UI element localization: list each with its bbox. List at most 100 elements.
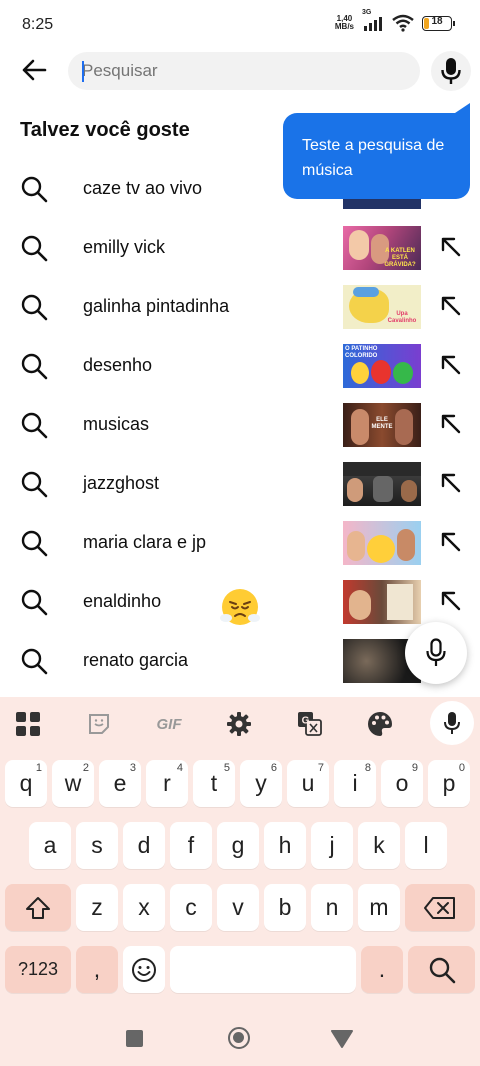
search-icon xyxy=(21,471,48,498)
floating-voice-button[interactable] xyxy=(405,622,467,684)
video-thumbnail: A KATLEN ESTÁ GRÁVIDA? xyxy=(343,226,421,270)
suggestion-row[interactable]: musicas ELE MENTE xyxy=(0,396,480,455)
key-b[interactable]: b xyxy=(264,884,306,931)
sticker-icon[interactable] xyxy=(84,709,114,739)
key-p[interactable]: p0 xyxy=(428,760,470,807)
search-icon xyxy=(21,176,48,203)
gif-button[interactable]: GIF xyxy=(150,709,188,739)
key-q[interactable]: q1 xyxy=(5,760,47,807)
backspace-key[interactable] xyxy=(405,884,475,931)
fill-query-arrow-icon[interactable] xyxy=(439,471,463,495)
thumbnail-caption: A KATLEN ESTÁ GRÁVIDA? xyxy=(384,248,416,268)
space-bar[interactable] xyxy=(170,946,356,993)
search-input[interactable] xyxy=(82,52,402,90)
keyboard-voice-button[interactable] xyxy=(430,701,474,745)
section-title: Talvez você goste xyxy=(20,119,190,141)
translate-icon[interactable]: G xyxy=(295,709,325,739)
search-icon xyxy=(21,294,48,321)
video-thumbnail: Upa Cavalinho xyxy=(343,285,421,329)
steaming-face-emoji-icon xyxy=(220,589,260,625)
key-f[interactable]: f xyxy=(170,822,212,869)
music-search-tooltip[interactable]: Teste a pesquisa de música xyxy=(283,113,470,199)
suggestion-row[interactable]: desenho O PATINHO COLORIDO xyxy=(0,337,480,396)
key-k[interactable]: k xyxy=(358,822,400,869)
fill-query-arrow-icon[interactable] xyxy=(439,235,463,259)
keyboard-toolbar: GIF G xyxy=(0,697,480,751)
net-speed: 1,40 MB/s xyxy=(335,15,354,31)
fill-query-arrow-icon[interactable] xyxy=(439,353,463,377)
suggestion-row[interactable]: maria clara e jp xyxy=(0,514,480,573)
key-t[interactable]: t5 xyxy=(193,760,235,807)
video-thumbnail xyxy=(343,580,421,624)
gear-icon[interactable] xyxy=(224,709,254,739)
search-icon xyxy=(21,589,48,616)
key-u[interactable]: u7 xyxy=(287,760,329,807)
key-z[interactable]: z xyxy=(76,884,118,931)
fill-query-arrow-icon[interactable] xyxy=(439,589,463,613)
search-icon xyxy=(21,530,48,557)
microphone-icon xyxy=(441,58,461,84)
on-screen-keyboard: GIF G q1 w2 e3 r4 t5 y6 u7 i8 o9 p0 a s xyxy=(0,697,480,1010)
smiley-icon xyxy=(132,957,156,982)
svg-text:G: G xyxy=(302,716,310,727)
symbols-key[interactable]: ?123 xyxy=(5,946,71,993)
key-s[interactable]: s xyxy=(76,822,118,869)
search-icon xyxy=(429,957,455,983)
apps-grid-icon[interactable] xyxy=(13,709,43,739)
video-thumbnail xyxy=(343,462,421,506)
recents-button[interactable] xyxy=(126,1030,143,1047)
key-e[interactable]: e3 xyxy=(99,760,141,807)
key-a[interactable]: a xyxy=(29,822,71,869)
key-n[interactable]: n xyxy=(311,884,353,931)
key-x[interactable]: x xyxy=(123,884,165,931)
period-key[interactable]: . xyxy=(361,946,403,993)
suggestion-row[interactable]: jazzghost xyxy=(0,455,480,514)
key-c[interactable]: c xyxy=(170,884,212,931)
back-arrow-icon[interactable] xyxy=(18,54,50,86)
suggestion-row[interactable]: galinha pintadinha Upa Cavalinho xyxy=(0,278,480,337)
shift-key[interactable] xyxy=(5,884,71,931)
search-icon xyxy=(21,648,48,675)
tooltip-text: Teste a pesquisa de música xyxy=(302,137,445,179)
network-type: 3G xyxy=(362,9,372,16)
suggestion-label: galinha pintadinha xyxy=(83,296,230,316)
voice-search-button[interactable] xyxy=(431,51,471,91)
status-bar: 8:25 1,40 MB/s 3G 18 xyxy=(0,0,480,50)
system-nav-bar xyxy=(0,1010,480,1066)
key-w[interactable]: w2 xyxy=(52,760,94,807)
search-field[interactable] xyxy=(68,52,420,90)
fill-query-arrow-icon[interactable] xyxy=(439,412,463,436)
key-j[interactable]: j xyxy=(311,822,353,869)
back-nav-icon[interactable] xyxy=(331,1029,353,1049)
key-i[interactable]: i8 xyxy=(334,760,376,807)
key-r[interactable]: r4 xyxy=(146,760,188,807)
comma-key[interactable]: , xyxy=(76,946,118,993)
palette-icon[interactable] xyxy=(365,709,395,739)
key-m[interactable]: m xyxy=(358,884,400,931)
key-v[interactable]: v xyxy=(217,884,259,931)
emoji-key[interactable] xyxy=(123,946,165,993)
fill-query-arrow-icon[interactable] xyxy=(439,530,463,554)
key-h[interactable]: h xyxy=(264,822,306,869)
suggestion-label: renato garcia xyxy=(83,650,189,670)
thumbnail-caption: O PATINHO COLORIDO xyxy=(345,346,378,359)
search-action-key[interactable] xyxy=(408,946,475,993)
video-thumbnail xyxy=(343,521,421,565)
video-thumbnail: O PATINHO COLORIDO xyxy=(343,344,421,388)
thumbnail-caption: Upa Cavalinho xyxy=(387,311,417,324)
fill-query-arrow-icon[interactable] xyxy=(439,294,463,318)
key-o[interactable]: o9 xyxy=(381,760,423,807)
battery-level: 18 xyxy=(431,15,443,27)
home-button[interactable] xyxy=(228,1027,250,1049)
suggestion-label: jazzghost xyxy=(83,473,160,493)
key-l[interactable]: l xyxy=(405,822,447,869)
key-y[interactable]: y6 xyxy=(240,760,282,807)
microphone-icon xyxy=(426,638,446,666)
search-icon xyxy=(21,235,48,262)
suggestion-label: maria clara e jp xyxy=(83,532,207,552)
suggestion-row[interactable]: emilly vick A KATLEN ESTÁ GRÁVIDA? xyxy=(0,219,480,278)
net-speed-unit: MB/s xyxy=(334,22,354,31)
search-icon xyxy=(21,353,48,380)
key-g[interactable]: g xyxy=(217,822,259,869)
key-d[interactable]: d xyxy=(123,822,165,869)
